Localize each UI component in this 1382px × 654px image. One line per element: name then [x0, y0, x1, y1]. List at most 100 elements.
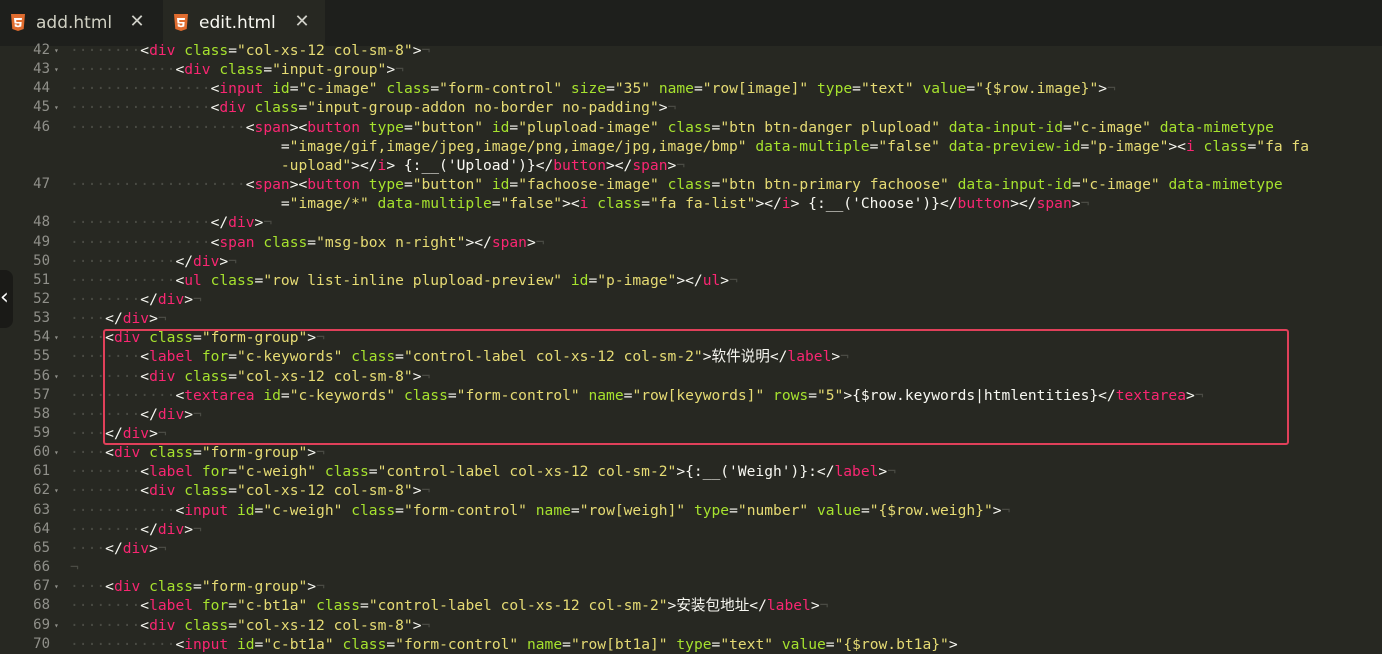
code-line[interactable]: ············<textarea id="c-keywords" cl…	[70, 386, 1204, 405]
code-token: =	[606, 80, 615, 97]
code-line[interactable]: ········</div>¬	[70, 290, 202, 309]
code-line[interactable]: ············<input id="c-bt1a" class="fo…	[70, 635, 958, 654]
code-line[interactable]: ········<label for="c-weigh" class="cont…	[70, 462, 896, 481]
code-token: ¬	[316, 444, 325, 461]
line-number: 54	[33, 329, 50, 345]
code-line[interactable]: ····</div>¬	[70, 539, 167, 558]
fold-arrow-icon[interactable]: ▾	[54, 367, 59, 386]
code-token: span	[254, 176, 290, 193]
code-line[interactable]: ············<ul class="row list-inline p…	[70, 271, 738, 290]
code-line[interactable]: ····················<span><button type="…	[70, 118, 1274, 137]
fold-arrow-icon[interactable]: ▾	[54, 41, 59, 60]
fold-arrow-icon[interactable]: ▾	[54, 616, 59, 635]
code-token: div	[228, 214, 255, 231]
code-line[interactable]: ················</div>¬	[70, 213, 272, 232]
code-token: div	[149, 368, 176, 385]
code-line[interactable]: ········<div class="col-xs-12 col-sm-8">…	[70, 481, 430, 500]
fold-arrow-icon[interactable]: ▾	[54, 443, 59, 462]
code-token: "form-control"	[395, 636, 519, 653]
code-line[interactable]: ¬	[70, 558, 79, 577]
code-line[interactable]: ················<span class="msg-box n-r…	[70, 233, 545, 252]
fold-arrow-icon[interactable]: ▾	[54, 577, 59, 596]
code-token: label	[766, 597, 811, 614]
code-token: >	[184, 521, 194, 538]
code-token: class	[386, 80, 431, 97]
close-icon[interactable]: ✕	[128, 13, 146, 31]
code-line[interactable]: ················<div class="input-group-…	[70, 98, 676, 117]
code-line[interactable]: ="image/*" data-multiple="false"><i clas…	[70, 194, 1089, 213]
code-line[interactable]: ····<div class="form-group">¬	[70, 328, 325, 347]
code-line[interactable]: ····················<span><button type="…	[70, 175, 1283, 194]
code-line[interactable]: ········<div class="col-xs-12 col-sm-8">…	[70, 367, 430, 386]
line-number: 44	[33, 80, 50, 96]
code-token: =	[360, 597, 369, 614]
line-number: 65	[33, 540, 50, 556]
code-token: ····	[70, 578, 106, 595]
code-token: div	[122, 425, 150, 442]
code-token: >	[219, 253, 229, 270]
code-token: =	[562, 636, 571, 653]
fold-arrow-icon[interactable]: ▾	[54, 60, 59, 79]
code-token: class	[667, 119, 712, 136]
code-token: ············	[70, 636, 176, 653]
line-number: 66	[33, 559, 50, 575]
code-token: ul	[702, 272, 721, 289]
code-line[interactable]: ············<div class="input-group">¬	[70, 60, 404, 79]
code-line[interactable]: ················<input id="c-image" clas…	[70, 79, 1116, 98]
tab-edit-html[interactable]: edit.html ✕	[163, 0, 325, 46]
code-line[interactable]: ············<input id="c-weigh" class="f…	[70, 501, 1010, 520]
code-token: =	[1247, 138, 1257, 155]
code-line[interactable]: ····</div>¬	[70, 424, 167, 443]
code-token: ¬	[1080, 195, 1090, 212]
fold-arrow-icon[interactable]: ▾	[54, 98, 59, 117]
code-editor[interactable]: 42 ▾ ········<div class="col-xs-12 col-sm-…	[0, 42, 1382, 653]
fold-arrow-icon[interactable]: ▾	[54, 481, 59, 500]
code-line[interactable]: ············</div>¬	[70, 252, 237, 271]
code-token: =	[228, 463, 237, 480]
code-token: <	[140, 597, 150, 614]
code-token: =	[509, 176, 519, 193]
code-token: "form-control"	[439, 80, 563, 97]
code-token: </	[105, 540, 123, 557]
fold-arrow-icon[interactable]: ▾	[54, 328, 59, 347]
code-token: "control-label col-xs-12 col-sm-2"	[377, 463, 677, 480]
code-line[interactable]: ········</div>¬	[70, 405, 202, 424]
code-token: ><	[289, 119, 308, 136]
tab-add-html[interactable]: add.html ✕	[0, 0, 160, 46]
line-number: 68	[33, 597, 50, 613]
code-line[interactable]: ····<div class="form-group">¬	[70, 443, 325, 462]
tab-bar: add.html ✕ edit.html ✕	[0, 0, 1382, 46]
code-token: "fa fa-list"	[650, 195, 756, 212]
code-line[interactable]: -upload"></i> {:__('Upload')}</button></…	[70, 156, 685, 175]
line-number: 67	[33, 578, 50, 594]
code-line[interactable]: ········<label for="c-keywords" class="c…	[70, 347, 849, 366]
code-line[interactable]: ········<div class="col-xs-12 col-sm-8">…	[70, 41, 430, 60]
code-token: ····	[70, 310, 106, 327]
code-line[interactable]: ········<label for="c-bt1a" class="contr…	[70, 596, 828, 615]
code-token: >	[412, 42, 422, 59]
code-token: =	[368, 463, 378, 480]
code-token: class	[351, 348, 396, 365]
code-token: "p-image"	[1089, 138, 1169, 155]
code-token: ············	[70, 61, 176, 78]
sidebar-toggle-chevron-left-icon[interactable]: ‹	[0, 270, 13, 328]
code-line[interactable]: ····</div>¬	[70, 309, 167, 328]
code-line[interactable]: ········<div class="col-xs-12 col-sm-8">…	[70, 616, 430, 635]
close-icon[interactable]: ✕	[293, 13, 311, 31]
code-line[interactable]: ····<div class="form-group">¬	[70, 577, 325, 596]
code-line[interactable]: ="image/gif,image/jpeg,image/png,image/j…	[70, 137, 1309, 156]
code-token: data-input-id	[957, 176, 1072, 193]
code-line[interactable]: ········</div>¬	[70, 520, 202, 539]
